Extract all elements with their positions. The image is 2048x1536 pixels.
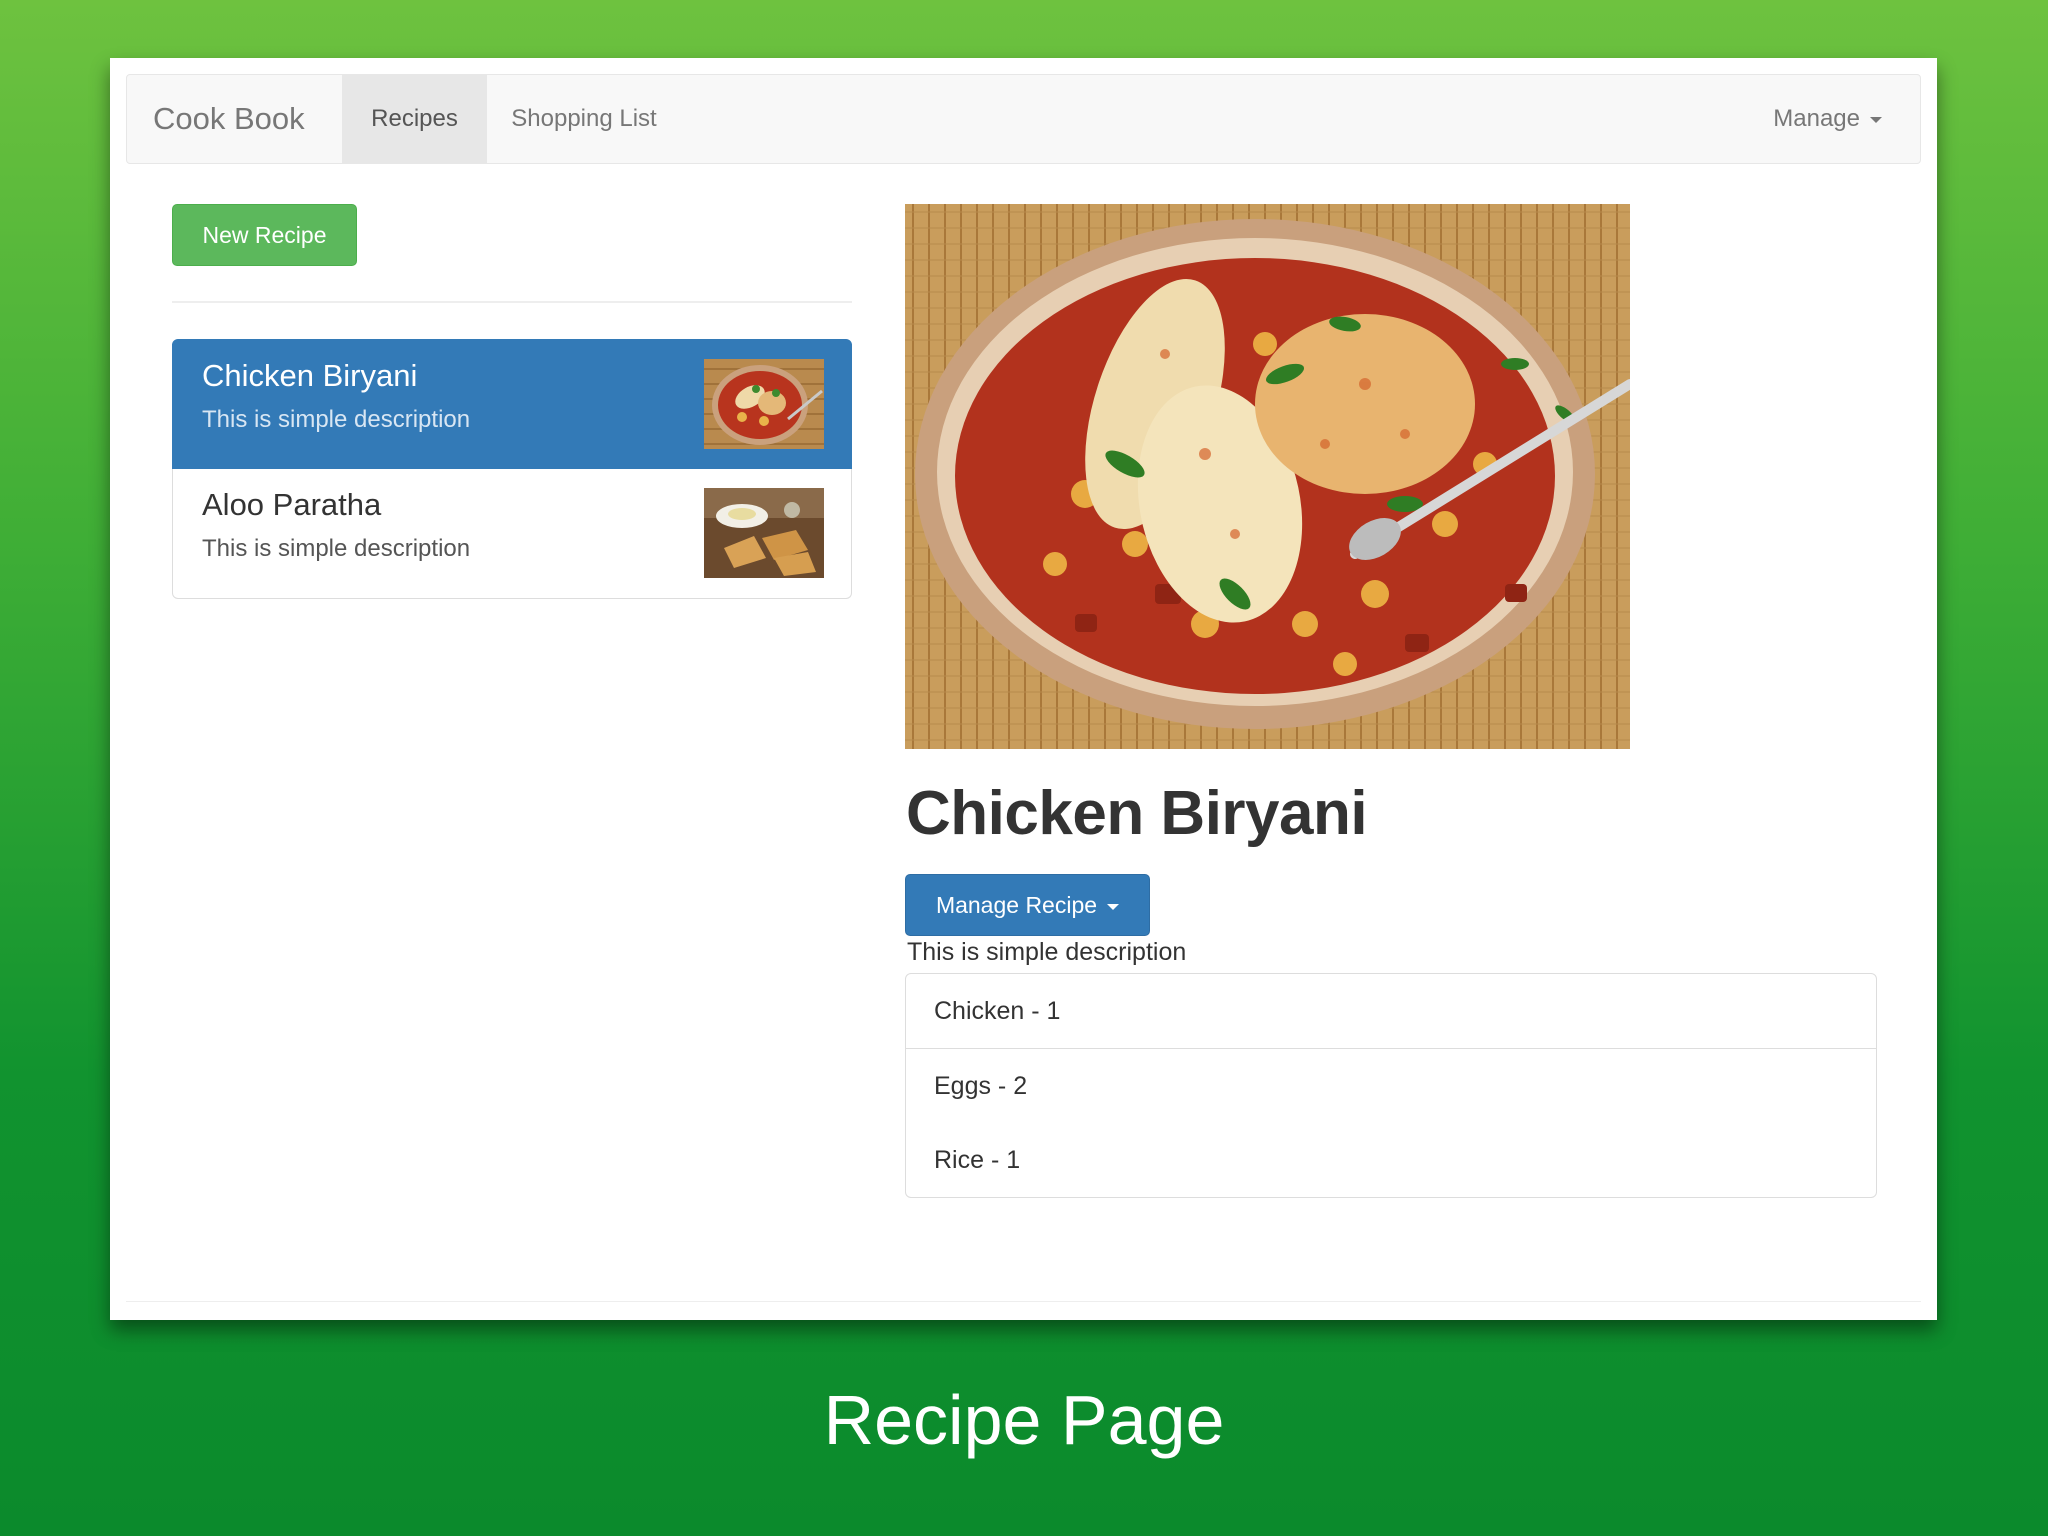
recipe-description: This is simple description xyxy=(202,535,471,562)
ingredient-item[interactable]: Eggs - 2 xyxy=(906,1049,1876,1123)
brand-link[interactable]: Cook Book xyxy=(153,75,305,163)
recipe-list-item-chicken-biryani[interactable]: Chicken Biryani This is simple descripti… xyxy=(172,339,852,469)
ingredient-item[interactable]: Chicken - 1 xyxy=(906,974,1876,1049)
app-window: Cook Book Recipes Shopping List Manage N… xyxy=(110,58,1937,1320)
manage-dropdown-label: Manage xyxy=(1773,105,1860,132)
recipe-title: Chicken Biryani xyxy=(906,779,1368,848)
tab-shopping-list[interactable]: Shopping List xyxy=(499,75,669,163)
recipe-thumbnail xyxy=(704,359,824,449)
recipe-description: This is simple description xyxy=(907,938,1187,966)
new-recipe-button[interactable]: New Recipe xyxy=(172,204,357,266)
caret-down-icon xyxy=(1870,116,1882,123)
recipe-description: This is simple description xyxy=(202,406,471,433)
manage-dropdown[interactable]: Manage xyxy=(1773,75,1882,163)
recipe-name: Aloo Paratha xyxy=(202,487,382,522)
ingredient-item[interactable]: Rice - 1 xyxy=(906,1123,1876,1197)
slide-caption: Recipe Page xyxy=(823,1381,1225,1459)
manage-recipe-label: Manage Recipe xyxy=(935,892,1098,918)
divider xyxy=(172,301,852,303)
navbar: Cook Book Recipes Shopping List Manage xyxy=(126,74,1921,164)
ingredients-list: Chicken - 1 Eggs - 2 Rice - 1 xyxy=(905,973,1877,1198)
recipe-list-item-aloo-paratha[interactable]: Aloo Paratha This is simple description xyxy=(172,469,852,599)
divider xyxy=(126,1301,1921,1302)
recipe-thumbnail xyxy=(704,488,824,578)
manage-recipe-button[interactable]: Manage Recipe xyxy=(905,874,1150,936)
recipe-image xyxy=(905,204,1630,749)
recipe-name: Chicken Biryani xyxy=(202,358,418,393)
recipe-list: Chicken Biryani This is simple descripti… xyxy=(172,339,852,599)
caret-down-icon xyxy=(1107,903,1120,910)
tab-recipes[interactable]: Recipes xyxy=(342,75,487,163)
